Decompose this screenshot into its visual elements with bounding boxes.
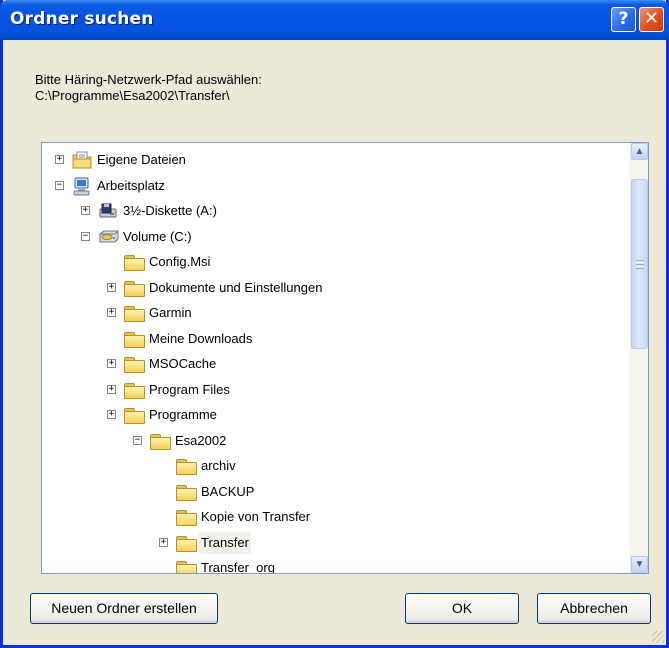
tree-item[interactable]: + Program Files [42,379,622,401]
vertical-scrollbar[interactable]: ▲ ▼ [630,143,648,573]
tree-item-label: Dokumente und Einstellungen [149,280,323,295]
folder-icon [124,408,145,424]
expand-plus-icon[interactable]: + [107,385,116,394]
new-folder-button[interactable]: Neuen Ordner erstellen [30,593,218,624]
folder-icon [124,332,145,348]
folder-icon [124,255,145,271]
tree-item-label: Kopie von Transfer [201,509,311,524]
folder-icon [176,561,197,573]
folder-icon [124,306,145,322]
expand-plus-icon[interactable]: + [107,283,116,292]
tree-item-label: Transfer_org [201,560,275,574]
tree-item[interactable]: + Programme [42,404,622,426]
tree-item[interactable]: Transfer_org [42,557,622,574]
cancel-button[interactable]: Abbrechen [537,593,651,624]
collapse-minus-icon[interactable]: − [133,436,142,445]
floppy-drive-icon [98,202,118,227]
scroll-up-arrow-icon[interactable]: ▲ [631,143,648,160]
tree-item-label: Config.Msi [149,254,211,269]
folder-browse-dialog: Ordner suchen ? ✕ Bitte Häring-Netzwerk-… [0,0,669,648]
expand-plus-icon[interactable]: + [159,538,168,547]
folder-tree[interactable]: Transfer_org + Transfer Kopie von Transfer B… [41,142,649,574]
dialog-title: Ordner suchen [10,9,154,29]
tree-item[interactable]: +3½-Diskette (A:) [42,200,622,222]
tree-item[interactable]: + Transfer [42,532,622,554]
tree-item[interactable]: + MSOCache [42,353,622,375]
tree-item[interactable]: − Volume (C:) [42,226,622,248]
tree-item-label: Programme [149,407,217,422]
tree-item-label: Esa2002 [175,433,227,448]
tree-item[interactable]: + Garmin [42,302,622,324]
prompt-instruction: Bitte Häring-Netzwerk-Pfad auswählen: [35,72,262,87]
hard-drive-icon [98,228,120,251]
tree-item[interactable]: Config.Msi [42,251,622,273]
my-computer-icon [72,177,92,204]
tree-item-label: Arbeitsplatz [97,178,165,193]
folder-icon [124,281,145,297]
folder-icon [150,434,171,450]
tree-item[interactable]: Meine Downloads [42,328,622,350]
resize-grip-icon[interactable] [652,631,664,643]
tree-item[interactable]: archiv [42,455,622,477]
tree-item-label: BACKUP [201,484,255,499]
tree-item-label: archiv [201,458,236,473]
tree-item-label: Garmin [149,305,192,320]
ok-button[interactable]: OK [405,593,519,624]
tree-item[interactable]: + Dokumente und Einstellungen [42,277,622,299]
folder-icon [124,383,145,399]
scroll-down-arrow-icon[interactable]: ▼ [631,556,648,573]
tree-item-label: Meine Downloads [149,331,253,346]
folder-icon [176,459,197,475]
scroll-grip-icon [636,260,644,261]
help-button[interactable]: ? [611,7,636,32]
close-button[interactable]: ✕ [639,7,664,32]
tree-item-label: MSOCache [149,356,217,371]
tree-item[interactable]: Kopie von Transfer [42,506,622,528]
folder-icon [176,536,197,552]
expand-plus-icon[interactable]: + [107,308,116,317]
collapse-minus-icon[interactable]: − [81,232,90,241]
tree-item[interactable]: − Esa2002 [42,430,622,452]
collapse-minus-icon[interactable]: − [55,181,64,190]
folder-icon [124,357,145,373]
tree-item-label: Transfer [199,532,251,554]
prompt-text: Bitte Häring-Netzwerk-Pfad auswählen: C:… [35,72,262,104]
tree-item-label: Volume (C:) [123,229,192,244]
tree-item[interactable]: − Arbeitsplatz [42,175,622,197]
my-documents-icon [72,151,92,176]
expand-plus-icon[interactable]: + [107,410,116,419]
expand-plus-icon[interactable]: + [107,359,116,368]
expand-plus-icon[interactable]: + [81,206,90,215]
scroll-thumb[interactable] [631,179,648,349]
tree-item-label: Program Files [149,382,230,397]
folder-icon [176,485,197,501]
selected-path: C:\Programme\Esa2002\Transfer\ [35,88,230,103]
tree-item-label: 3½-Diskette (A:) [123,203,217,218]
tree-item[interactable]: BACKUP [42,481,622,503]
expand-plus-icon[interactable]: + [55,155,64,164]
folder-icon [176,510,197,526]
tree-item-label: Eigene Dateien [97,152,186,167]
tree-item[interactable]: + Eigene Dateien [42,149,622,171]
title-bar[interactable]: Ordner suchen ? ✕ [0,0,669,40]
